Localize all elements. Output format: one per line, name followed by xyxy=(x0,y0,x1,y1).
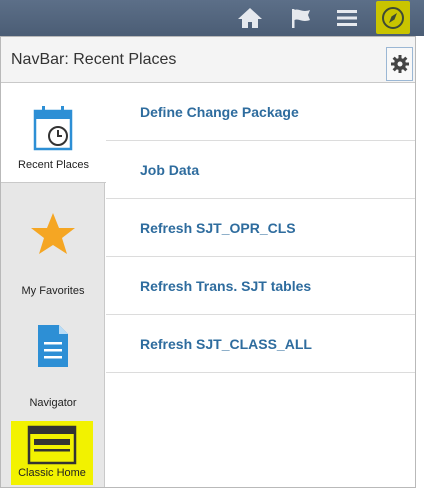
panel-header: NavBar: Recent Places xyxy=(1,37,415,83)
tab-navigator[interactable]: Navigator xyxy=(1,313,105,413)
navbar-compass-button[interactable] xyxy=(376,1,410,34)
tab-my-favorites[interactable]: My Favorites xyxy=(1,203,105,303)
recent-place-link[interactable]: Job Data xyxy=(140,162,199,178)
tab-label: Recent Places xyxy=(18,159,89,171)
list-item[interactable]: Job Data xyxy=(106,141,415,199)
tab-label: Navigator xyxy=(29,397,77,409)
menu-icon[interactable] xyxy=(331,2,363,34)
document-icon xyxy=(38,325,68,367)
settings-button[interactable] xyxy=(386,47,413,81)
tab-classic-home[interactable]: Classic Home xyxy=(11,421,93,485)
tab-label: My Favorites xyxy=(21,285,85,297)
tab-label: Classic Home xyxy=(18,467,86,479)
tab-recent-places[interactable]: Recent Places xyxy=(1,83,106,183)
list-item[interactable]: Refresh SJT_OPR_CLS xyxy=(106,199,415,257)
recent-place-link[interactable]: Refresh SJT_CLASS_ALL xyxy=(140,336,312,352)
star-icon xyxy=(31,213,75,254)
top-navigation-bar xyxy=(0,0,424,36)
navbar-tabs: Recent Places My Favorites Navigator Cla… xyxy=(1,83,106,487)
panel-title: NavBar: Recent Places xyxy=(11,51,177,68)
compass-icon xyxy=(382,6,404,29)
window-icon xyxy=(27,425,77,465)
flag-icon[interactable] xyxy=(285,2,317,34)
list-item[interactable]: Refresh Trans. SJT tables xyxy=(106,257,415,315)
gear-icon xyxy=(390,55,409,73)
list-item[interactable]: Refresh SJT_CLASS_ALL xyxy=(106,315,415,373)
navbar-panel: NavBar: Recent Places Recent Places My F… xyxy=(0,36,416,488)
calendar-clock-icon xyxy=(33,106,73,151)
recent-place-link[interactable]: Refresh Trans. SJT tables xyxy=(140,278,311,294)
list-item[interactable]: Define Change Package xyxy=(106,83,415,141)
recent-place-link[interactable]: Refresh SJT_OPR_CLS xyxy=(140,220,296,236)
recent-places-list: Define Change Package Job Data Refresh S… xyxy=(106,83,415,373)
recent-place-link[interactable]: Define Change Package xyxy=(140,104,299,120)
home-icon[interactable] xyxy=(234,2,266,34)
